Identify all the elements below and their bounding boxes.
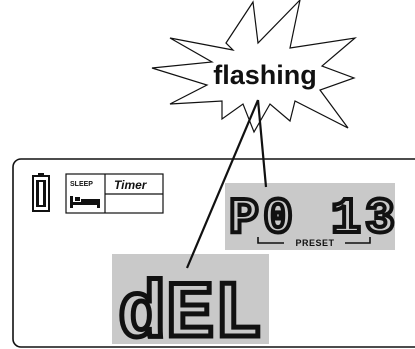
timer-label: Timer	[114, 178, 148, 192]
main-readout: dEL	[118, 270, 262, 349]
battery-icon	[32, 173, 50, 212]
callout-label: flashing	[213, 60, 317, 90]
diagram-canvas: flashing SLEEP Timer P0 13 PRESET dEL	[12, 0, 415, 349]
preset-display: P0 13 PRESET	[225, 183, 397, 250]
preset-label: PRESET	[295, 238, 334, 248]
sleep-label: SLEEP	[70, 181, 93, 188]
main-display: dEL	[112, 254, 269, 349]
sleep-timer-box: SLEEP Timer	[65, 173, 164, 214]
